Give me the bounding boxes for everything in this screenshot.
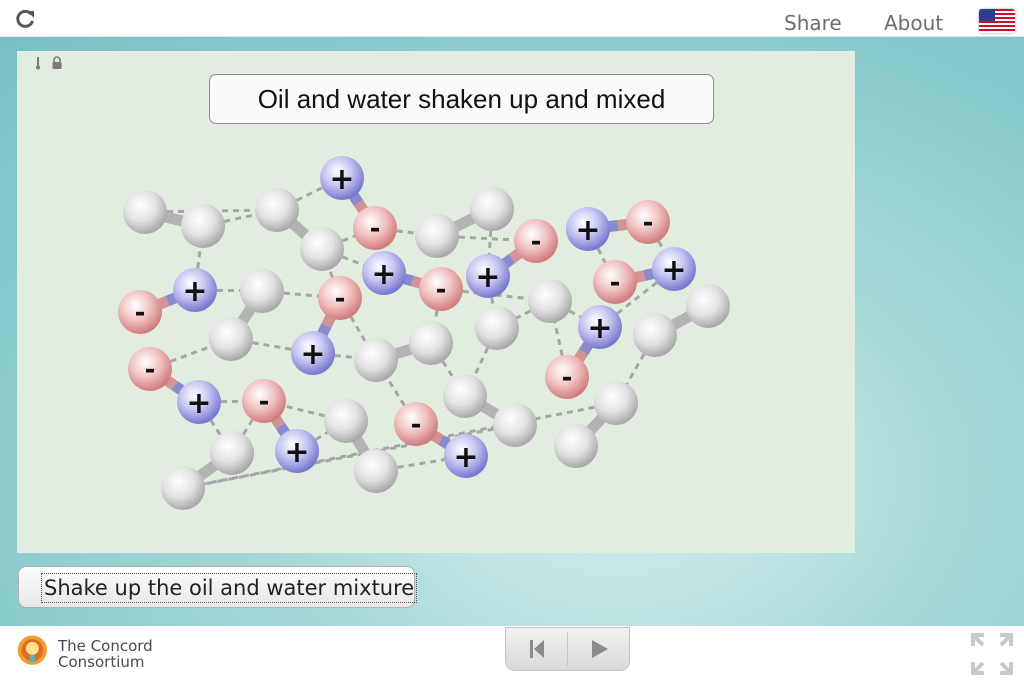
- neutral-atom[interactable]: [324, 399, 368, 443]
- positive-charge-label: +: [284, 435, 309, 470]
- negative-charge-label: -: [370, 214, 381, 244]
- negative-charge-label: -: [259, 387, 270, 417]
- neutral-atom[interactable]: [415, 214, 459, 258]
- about-link[interactable]: About: [884, 11, 943, 35]
- model-title: Oil and water shaken up and mixed: [209, 74, 714, 124]
- negative-charge-label: -: [411, 410, 422, 440]
- us-flag-icon[interactable]: [979, 9, 1015, 33]
- negative-charge-label: -: [610, 268, 621, 298]
- neutral-atom[interactable]: [409, 321, 453, 365]
- negative-charge-label: -: [643, 208, 654, 238]
- neutral-atom[interactable]: [633, 313, 677, 357]
- neutral-atom[interactable]: [470, 187, 514, 231]
- neutral-atom[interactable]: [181, 204, 225, 248]
- neutral-atom[interactable]: [300, 227, 344, 271]
- positive-charge-label: +: [300, 337, 325, 372]
- neutral-atom[interactable]: [686, 284, 730, 328]
- negative-charge-label: -: [562, 363, 573, 393]
- skip-back-icon[interactable]: [506, 628, 568, 670]
- concord-logo-icon: [17, 635, 47, 665]
- neutral-atom[interactable]: [493, 403, 537, 447]
- neutral-atom[interactable]: [209, 317, 253, 361]
- positive-charge-label: +: [587, 311, 612, 346]
- neutral-atom[interactable]: [354, 338, 398, 382]
- neutral-atom[interactable]: [528, 279, 572, 323]
- neutral-atom[interactable]: [554, 424, 598, 468]
- neutral-atom[interactable]: [123, 190, 167, 234]
- shake-mixture-button[interactable]: Shake up the oil and water mixture: [18, 566, 418, 608]
- logo-line2: Consortium: [58, 653, 145, 671]
- positive-charge-label: +: [661, 253, 686, 288]
- neutral-atom[interactable]: [255, 188, 299, 232]
- negative-charge-label: -: [135, 298, 146, 328]
- neutral-atom[interactable]: [210, 431, 254, 475]
- play-icon[interactable]: [568, 628, 630, 670]
- shake-mixture-label: Shake up the oil and water mixture: [41, 573, 418, 603]
- positive-charge-label: +: [453, 440, 478, 475]
- molecule-view: +- - + --+ -+ - + - +++-+ --+-+: [118, 156, 730, 510]
- negative-charge-label: -: [145, 355, 156, 385]
- share-link[interactable]: Share: [784, 11, 842, 35]
- positive-charge-label: +: [182, 274, 207, 309]
- negative-charge-label: -: [436, 275, 447, 305]
- neutral-atom[interactable]: [443, 374, 487, 418]
- positive-charge-label: +: [186, 386, 211, 421]
- negative-charge-label: -: [531, 227, 542, 257]
- playback-controls: [505, 627, 630, 671]
- negative-charge-label: -: [335, 284, 346, 314]
- neutral-atom[interactable]: [475, 306, 519, 350]
- positive-charge-label: +: [575, 213, 600, 248]
- neutral-atom[interactable]: [594, 381, 638, 425]
- fullscreen-icon[interactable]: [970, 632, 1014, 676]
- positive-charge-label: +: [329, 162, 354, 197]
- reload-icon[interactable]: [14, 8, 36, 30]
- neutral-atom[interactable]: [161, 466, 205, 510]
- neutral-atom[interactable]: [354, 449, 398, 493]
- top-bar: Share About: [0, 0, 1024, 37]
- neutral-atom[interactable]: [240, 269, 284, 313]
- positive-charge-label: +: [371, 257, 396, 292]
- positive-charge-label: +: [475, 260, 500, 295]
